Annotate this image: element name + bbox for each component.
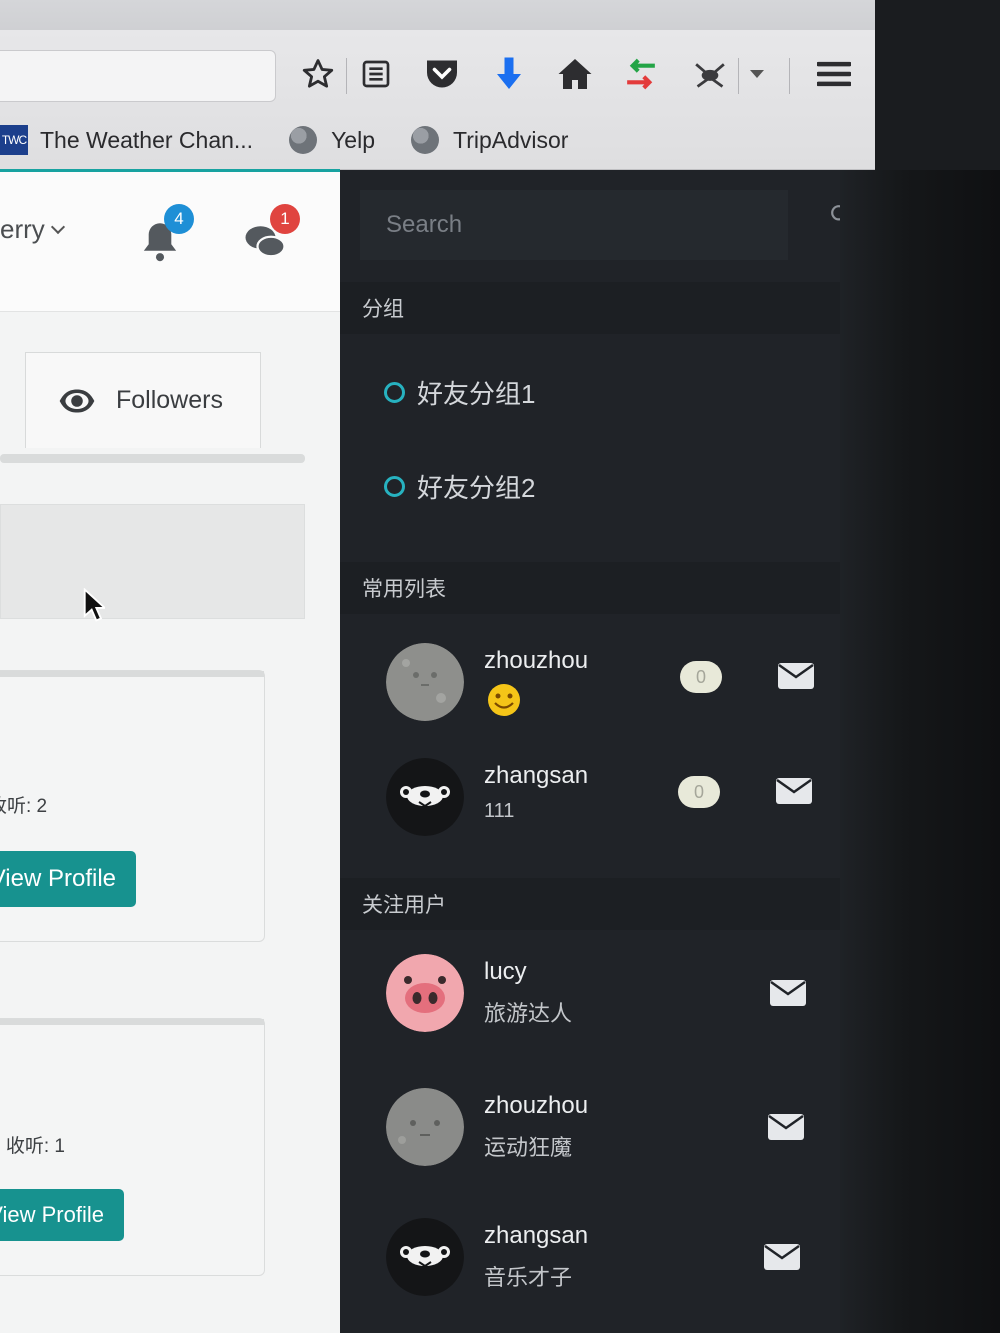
mail-icon[interactable] xyxy=(776,778,812,804)
contact-name: zhouzhou xyxy=(484,647,589,674)
reading-list-icon[interactable] xyxy=(354,52,398,96)
mail-icon[interactable] xyxy=(770,980,806,1006)
contact-name: zhangsan xyxy=(484,1222,589,1249)
bookmark-yelp[interactable]: Yelp xyxy=(289,126,375,154)
tab-followers[interactable]: Followers xyxy=(25,352,261,448)
tab-strip xyxy=(0,504,305,619)
section-header-following: 关注用户 xyxy=(340,878,840,930)
contact-subtitle: 音乐才子 xyxy=(484,1265,573,1290)
window-title-strip xyxy=(0,0,875,30)
contact-item[interactable]: zhangsan 111 0 xyxy=(386,758,816,838)
eye-icon xyxy=(59,388,95,413)
view-profile-button[interactable]: View Profile xyxy=(0,1189,124,1241)
smiley-emoji-icon xyxy=(486,683,522,722)
group-label: 好友分组1 xyxy=(417,379,536,409)
notification-bell-button[interactable]: 4 xyxy=(140,204,194,270)
twc-logo-icon: TWC xyxy=(0,125,28,155)
view-profile-button[interactable]: View Profile xyxy=(0,851,136,907)
follower-card: 1 收听: 1 View Profile xyxy=(0,1018,265,1276)
home-icon[interactable] xyxy=(553,52,597,96)
tab-followers-label: Followers xyxy=(116,386,223,414)
contact-subtitle: 111 xyxy=(484,800,515,822)
mail-icon[interactable] xyxy=(764,1244,800,1270)
avatar xyxy=(386,1218,464,1296)
chat-sidebar: Search 分组 好友分组1 好友分组2 常用列表 zhouzhou 0 zh… xyxy=(340,170,851,1333)
unread-count-badge: 0 xyxy=(680,661,722,693)
circle-icon xyxy=(384,476,405,497)
card-top-border xyxy=(0,671,264,677)
contact-item[interactable]: lucy 旅游达人 xyxy=(386,954,816,1034)
toolbar-separator xyxy=(346,58,347,94)
bookmark-label: The Weather Chan... xyxy=(40,126,254,153)
screen-bezel xyxy=(840,170,1000,1333)
avatar xyxy=(386,954,464,1032)
group-item[interactable]: 好友分组2 xyxy=(384,468,535,505)
sync-arrows-icon[interactable] xyxy=(619,52,663,96)
contact-item[interactable]: zhouzhou 运动狂魔 xyxy=(386,1088,816,1168)
hamburger-menu-icon[interactable] xyxy=(812,52,856,96)
contact-item[interactable]: zhangsan 音乐才子 xyxy=(386,1218,816,1298)
dropdown-caret-icon[interactable] xyxy=(735,52,779,96)
unread-count-badge: 0 xyxy=(678,776,720,808)
bookmark-tripadvisor[interactable]: TripAdvisor xyxy=(411,126,568,154)
site-header: erry 4 1 xyxy=(0,172,340,312)
user-menu[interactable]: erry xyxy=(0,214,65,245)
section-header-groups: 分组 xyxy=(340,282,840,334)
globe-icon xyxy=(411,126,440,154)
pocket-icon[interactable] xyxy=(420,52,464,96)
bookmark-star-icon[interactable] xyxy=(296,52,340,96)
message-count-badge: 1 xyxy=(270,204,300,234)
group-label: 好友分组2 xyxy=(417,473,536,503)
bookmark-label: TripAdvisor xyxy=(453,126,569,153)
contact-name: zhangsan xyxy=(484,762,589,789)
avatar xyxy=(386,758,464,836)
globe-icon xyxy=(289,126,318,154)
url-bar[interactable] xyxy=(0,50,276,102)
contact-subtitle: 运动狂魔 xyxy=(484,1135,573,1160)
card-stat-text: 收听: 2 xyxy=(0,796,48,817)
follower-card: 收听: 2 View Profile xyxy=(0,670,265,942)
avatar xyxy=(386,1088,464,1166)
card-stat-text: 1 收听: 1 xyxy=(0,1136,65,1157)
avatar xyxy=(386,643,464,721)
browser-toolbar: TWC The Weather Chan... Yelp TripAdvisor xyxy=(0,0,875,170)
contact-subtitle: 旅游达人 xyxy=(484,1001,573,1026)
mail-icon[interactable] xyxy=(778,663,814,689)
bookmarks-bar: TWC The Weather Chan... Yelp TripAdvisor xyxy=(0,116,870,164)
notification-count-badge: 4 xyxy=(164,204,194,234)
download-arrow-icon[interactable] xyxy=(487,52,531,96)
bookmark-weather-channel[interactable]: TWC The Weather Chan... xyxy=(0,125,253,155)
contact-name: lucy xyxy=(484,958,527,985)
user-menu-label: erry xyxy=(0,214,45,244)
group-item[interactable]: 好友分组1 xyxy=(384,374,535,411)
search-input[interactable]: Search xyxy=(360,190,788,260)
chevron-down-icon xyxy=(50,219,65,235)
toolbar-separator xyxy=(789,58,790,94)
mail-icon[interactable] xyxy=(768,1114,804,1140)
section-header-frequent: 常用列表 xyxy=(340,562,840,614)
divider xyxy=(0,454,305,463)
mouse-cursor-icon xyxy=(83,587,108,627)
extension-bug-icon[interactable] xyxy=(688,52,732,96)
contact-item[interactable]: zhouzhou 0 xyxy=(386,643,816,723)
messages-button[interactable]: 1 xyxy=(244,204,300,274)
bookmark-label: Yelp xyxy=(331,126,376,153)
circle-icon xyxy=(384,382,405,403)
contact-name: zhouzhou xyxy=(484,1092,589,1119)
card-top-border xyxy=(0,1019,264,1025)
